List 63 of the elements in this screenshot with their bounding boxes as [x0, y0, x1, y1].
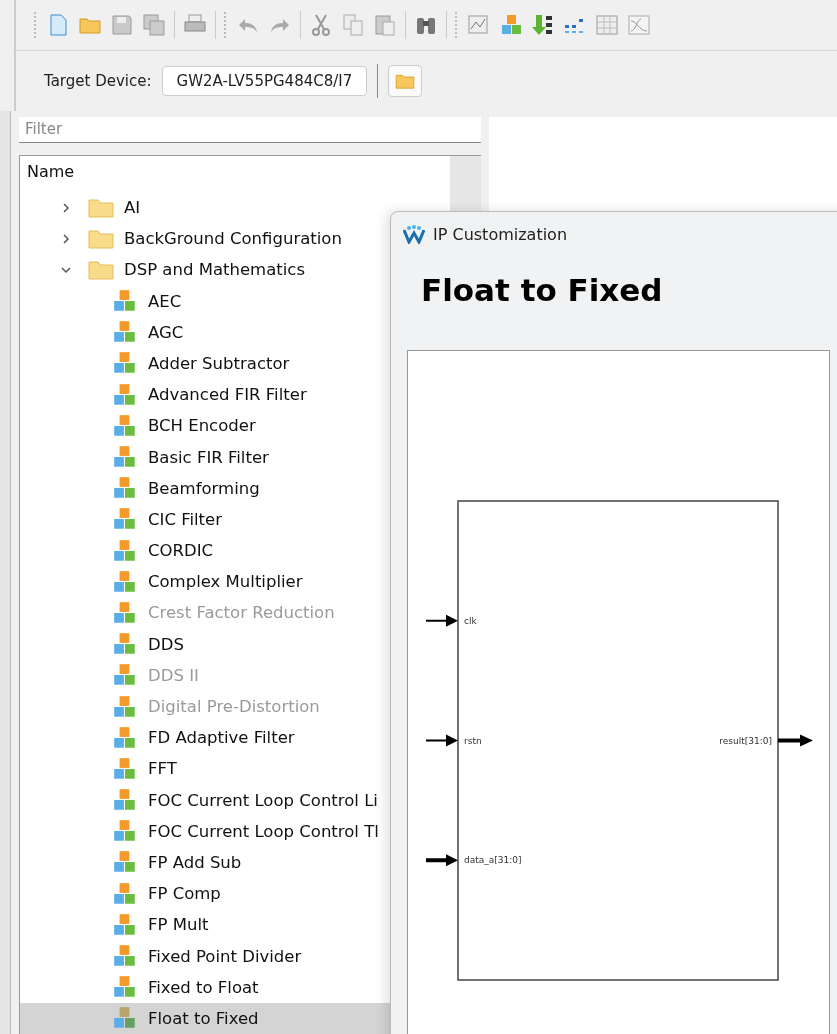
cubes-icon: [112, 755, 138, 782]
folder-icon: [88, 197, 114, 218]
filter-field[interactable]: Filter: [19, 117, 481, 143]
copy-icon[interactable]: [341, 13, 365, 37]
tree-item[interactable]: Beamforming: [20, 472, 390, 504]
cubes-icon: [112, 381, 138, 408]
tree-item[interactable]: FOC Current Loop Control Tl: [20, 815, 390, 847]
cubes-icon: [112, 880, 138, 907]
table-icon[interactable]: [595, 13, 619, 37]
logo-icon: [403, 224, 425, 244]
port-label: data_a[31:0]: [464, 855, 522, 866]
tree-item[interactable]: FD Adaptive Filter: [20, 722, 390, 754]
tree-item[interactable]: FP Add Sub: [20, 846, 390, 879]
tree-folder[interactable]: AI: [124, 198, 141, 218]
paste-icon[interactable]: [373, 13, 397, 37]
tree-item[interactable]: FFT: [20, 753, 390, 785]
chevron-right-icon[interactable]: [60, 201, 72, 214]
save-all-icon[interactable]: [142, 13, 166, 37]
tree-item[interactable]: FP Comp: [20, 878, 390, 910]
port-label: clk: [464, 615, 477, 626]
tree-item[interactable]: Fixed to Float: [20, 971, 390, 1003]
tree-item[interactable]: Advanced FIR Filter: [20, 379, 390, 411]
tree-item[interactable]: Basic FIR Filter: [20, 441, 390, 473]
tree-item[interactable]: DDS: [20, 628, 390, 660]
cubes-icon: [112, 412, 138, 439]
tree-item[interactable]: Float to Fixed: [20, 1002, 390, 1034]
tree-item[interactable]: BCH Encoder: [20, 410, 390, 442]
splitter-bar[interactable]: [0, 111, 11, 1034]
cubes-icon: [112, 724, 138, 751]
waveform-icon[interactable]: [627, 13, 651, 37]
folder-icon: [395, 73, 416, 89]
tree-item[interactable]: AGC: [20, 316, 390, 348]
cubes-icon: [112, 568, 138, 595]
chart-icon[interactable]: [467, 13, 491, 37]
dialog-title: IP Customization: [433, 224, 568, 244]
target-device-field[interactable]: GW2A-LV55PG484C8/I7: [161, 66, 368, 96]
folder-icon: [88, 259, 114, 280]
ip-heading: Float to Fixed: [421, 272, 664, 310]
target-device-label: Target Device:: [44, 72, 152, 90]
folder-icon: [88, 228, 114, 249]
tree-item[interactable]: FP Mult: [20, 909, 390, 941]
tree-item[interactable]: AEC: [20, 285, 390, 317]
port-label: result[31:0]: [719, 735, 772, 746]
chevron-right-icon[interactable]: [60, 232, 72, 245]
download-binary-icon[interactable]: [531, 13, 555, 37]
cubes-icon: [112, 693, 138, 720]
tree-item[interactable]: CORDIC: [20, 535, 390, 567]
tree-item[interactable]: Adder Subtractor: [20, 347, 390, 380]
save-icon[interactable]: [110, 13, 134, 37]
column-header: Name: [26, 160, 76, 183]
browse-folder-button[interactable]: [388, 65, 423, 97]
cubes-icon[interactable]: [499, 13, 523, 37]
cubes-icon: [112, 537, 138, 564]
tree-folder[interactable]: BackGround Configuration: [124, 229, 342, 249]
tree-item[interactable]: Complex Multiplier: [20, 566, 390, 598]
cut-icon[interactable]: [309, 13, 333, 37]
tree-folder[interactable]: DSP and Mathematics: [124, 260, 305, 280]
cubes-icon: [112, 911, 138, 938]
port-label: rstn: [464, 735, 482, 746]
cubes-icon: [112, 599, 138, 626]
tree-item[interactable]: CIC Filter: [20, 503, 390, 535]
tree-item[interactable]: Fixed Point Divider: [20, 940, 390, 972]
tree-item[interactable]: FOC Current Loop Control Li: [20, 784, 390, 816]
